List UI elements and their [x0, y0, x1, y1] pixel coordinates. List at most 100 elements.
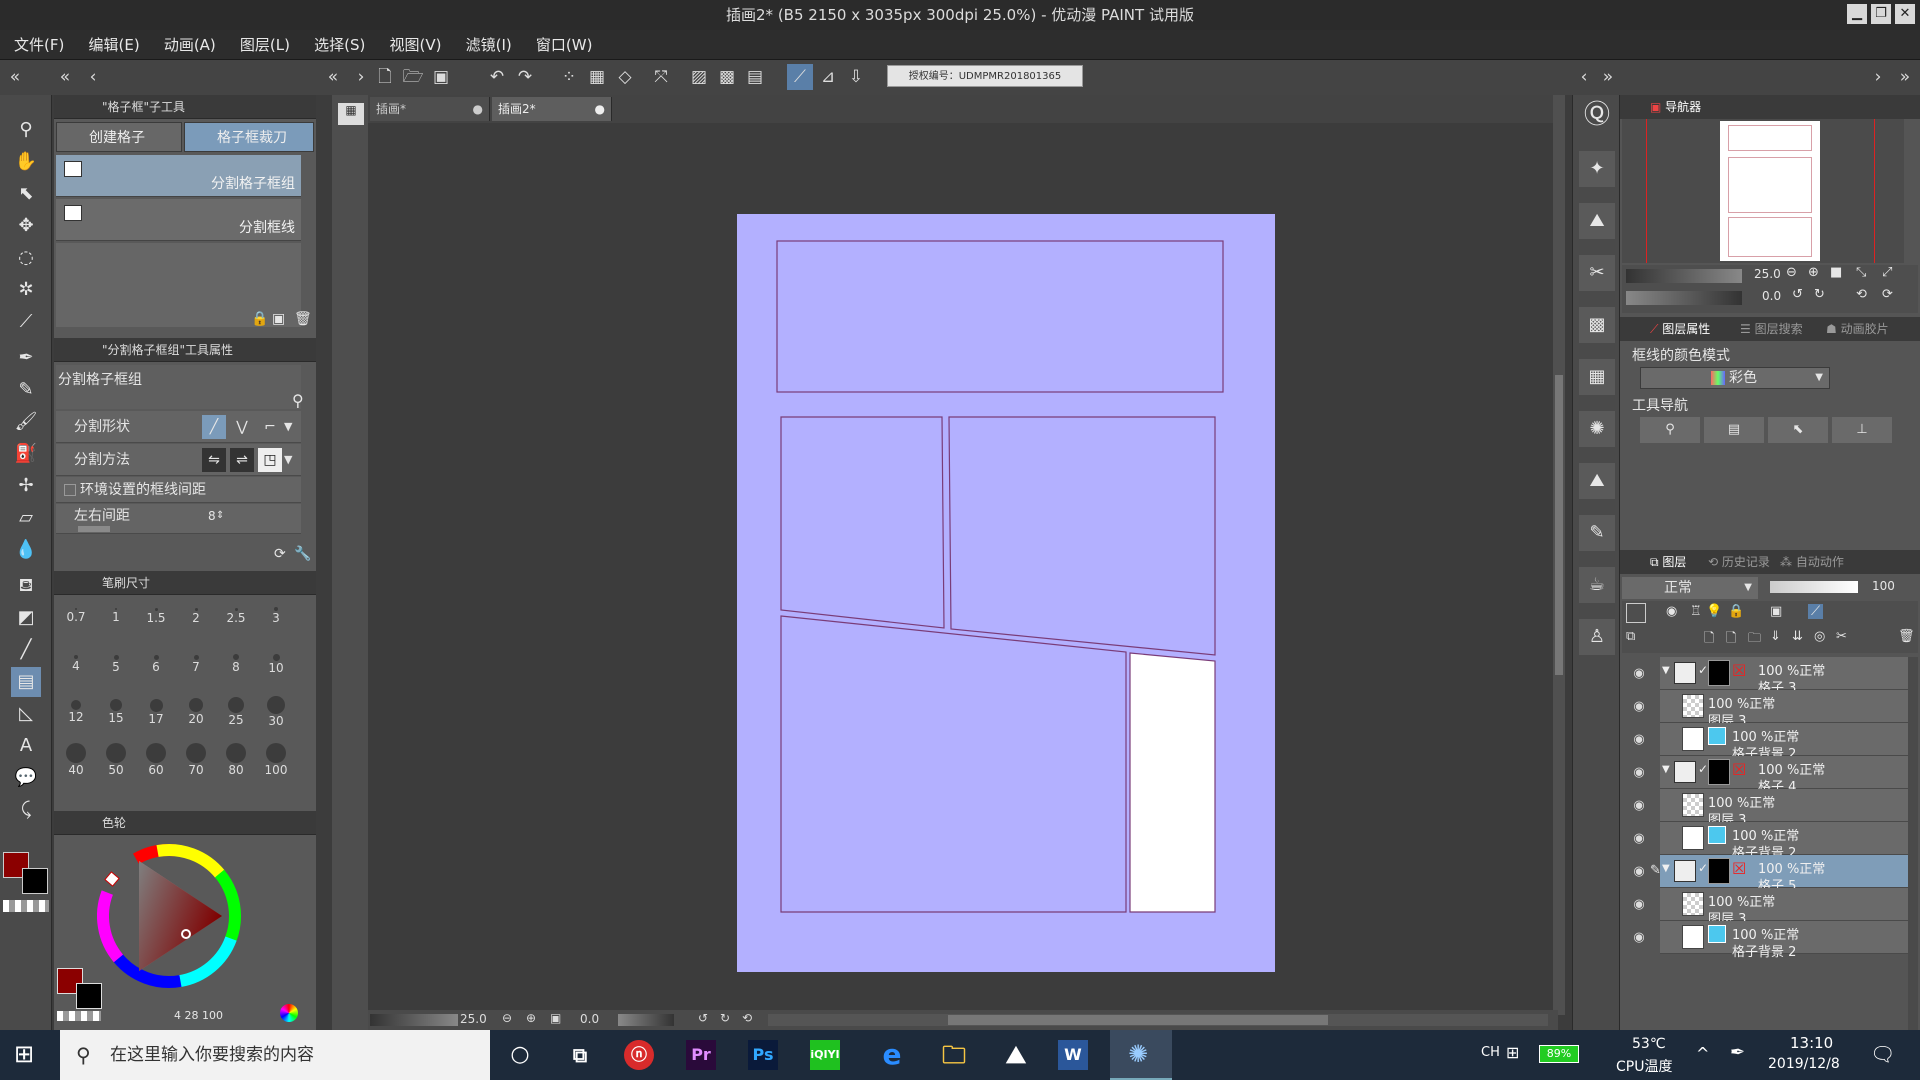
rotate-right-icon[interactable]: ↻ — [1814, 287, 1825, 302]
visibility-eye-icon[interactable]: ◉ — [1628, 723, 1650, 756]
lasso-icon[interactable]: ◌ — [11, 243, 41, 273]
navigator-tab[interactable]: ▣ 导航器 — [1620, 100, 1701, 114]
windows-start-icon[interactable]: ⊞ — [14, 1040, 34, 1068]
material-icon[interactable]: ⛰ — [1579, 463, 1615, 499]
material-icon[interactable]: ✦ — [1579, 151, 1615, 187]
clock-date[interactable]: 2019/12/8 — [1768, 1056, 1840, 1072]
brush-size-cell[interactable]: 1.5 — [136, 597, 176, 647]
grid-icon[interactable]: ▤ — [742, 64, 768, 90]
brush-size-cell[interactable]: 7 — [176, 645, 216, 695]
brush-size-cell[interactable]: 2.5 — [216, 597, 256, 647]
brush-size-cell[interactable]: 6 — [136, 645, 176, 695]
spinner-icon[interactable]: ⇕ — [216, 504, 224, 528]
balloon-icon[interactable]: 💬 — [11, 763, 41, 793]
brush-icon[interactable]: 🖌 — [11, 407, 41, 437]
redo-icon[interactable]: ↷ — [512, 64, 538, 90]
reset-icon[interactable]: ⟳ — [274, 546, 286, 562]
layer-row[interactable]: 100 %正常 格子背景 2 — [1660, 921, 1918, 960]
rotate-right-icon[interactable]: ↻ — [720, 1011, 730, 1025]
eyedropper-icon[interactable]: ⟋ — [11, 307, 41, 337]
copy-subtool-icon[interactable]: ▣ — [272, 311, 285, 327]
chevron-right-icon[interactable]: › — [1865, 64, 1891, 90]
subtool-item-split-line[interactable]: 分割框线 — [56, 199, 301, 241]
split-method-1-icon[interactable]: ⇋ — [202, 448, 226, 472]
reference-icon[interactable]: 💡 — [1706, 604, 1722, 619]
menu-view[interactable]: 视图(V) — [380, 30, 452, 60]
trash-icon[interactable]: 🗑 — [1898, 629, 1915, 644]
operation-icon[interactable]: ⬉ — [11, 179, 41, 209]
straight-line-icon[interactable]: ╱ — [202, 415, 226, 439]
zoom-out-icon[interactable]: ⊖ — [1786, 265, 1797, 280]
combine-icon[interactable]: ⇊ — [1792, 629, 1803, 644]
apply-mask-icon[interactable]: ✂ — [1836, 629, 1847, 644]
layer-color-icon[interactable] — [1626, 603, 1646, 623]
expand-chevron-icon[interactable]: ▼ — [1662, 665, 1670, 676]
fill-icon[interactable]: ▩ — [714, 64, 740, 90]
visibility-eye-icon[interactable]: ◉ — [1628, 921, 1650, 954]
curve-icon[interactable]: ⌐ — [258, 415, 282, 439]
rotate-left-icon[interactable]: ↺ — [698, 1011, 708, 1025]
collapse-right-icon[interactable]: » — [1595, 64, 1621, 90]
snap-special-icon[interactable]: ⊿ — [815, 64, 841, 90]
brush-size-cell[interactable]: 5 — [96, 645, 136, 695]
pencil-icon[interactable]: ✎ — [11, 375, 41, 405]
photos-icon[interactable]: ⛰ — [996, 1035, 1036, 1075]
brush-size-cell[interactable]: 15 — [96, 693, 136, 743]
word-icon[interactable]: W — [1058, 1040, 1088, 1070]
fit-icon[interactable]: ■ — [1830, 265, 1842, 280]
brush-size-cell[interactable]: 12 — [56, 693, 96, 743]
material-icon[interactable]: ⛰ — [1579, 203, 1615, 239]
ime-indicator[interactable]: CH — [1481, 1045, 1500, 1060]
frame-border-icon[interactable]: ▤ — [11, 667, 41, 697]
layer-list-scrollbar[interactable] — [1908, 657, 1918, 1030]
layer-stack-icon[interactable]: ⧉ — [1626, 629, 1635, 644]
fill-bucket-icon[interactable]: ⛾ — [11, 571, 41, 601]
file-explorer-icon[interactable]: 🗀 — [934, 1035, 974, 1075]
split-method-3-icon[interactable]: ◳ — [258, 448, 282, 472]
zoom-icon[interactable]: ⚲ — [11, 115, 41, 145]
canvas-page[interactable] — [737, 214, 1275, 972]
new-vector-layer-icon[interactable]: 🗋 — [1726, 629, 1736, 651]
subtool-item-split-group[interactable]: 分割格子框组 — [56, 155, 301, 197]
tab-animation-cels[interactable]: ☗ 动画胶片 — [1826, 317, 1889, 341]
maximize-icon[interactable]: ❐ — [1871, 4, 1891, 24]
hand-icon[interactable]: ✋ — [11, 147, 41, 177]
mask-add-icon[interactable]: ◎ — [1814, 629, 1825, 644]
flip-icon[interactable]: ⤡ — [1856, 265, 1866, 280]
nav-rotate-slider[interactable] — [1626, 291, 1742, 305]
layer-mask-icon[interactable]: ▣ — [1770, 604, 1782, 619]
frame-panel[interactable] — [776, 240, 1224, 393]
expand-chevron-icon[interactable]: ▼ — [1662, 863, 1670, 874]
brush-size-cell[interactable]: 8 — [216, 645, 256, 695]
move-layer-icon[interactable]: ✥ — [11, 211, 41, 241]
fill-select-icon[interactable]: ▦ — [584, 64, 610, 90]
flip-icon[interactable]: ⟳ — [1882, 287, 1893, 302]
brush-size-cell[interactable]: 17 — [136, 693, 176, 743]
brush-size-cell[interactable]: 0.7 — [56, 597, 96, 647]
layer-row[interactable]: 100 %正常 图层 3 — [1660, 888, 1918, 927]
brush-size-cell[interactable]: 60 — [136, 741, 176, 791]
tab-layer-property[interactable]: ⟋ 图层属性 — [1650, 317, 1710, 341]
gradient-icon[interactable]: ◩ — [11, 603, 41, 633]
blend-icon[interactable]: 💧 — [11, 535, 41, 565]
open-folder-icon[interactable]: 🗁 — [400, 64, 426, 90]
frame-cutter-icon[interactable]: ▤ — [1704, 417, 1764, 443]
keyboard-icon[interactable]: ⊞ — [1506, 1043, 1519, 1062]
tab-document-2[interactable]: 插画2* ● — [492, 97, 612, 121]
wrench-icon[interactable]: ⚲ — [292, 391, 304, 410]
decoration-icon[interactable]: ✢ — [11, 471, 41, 501]
collapse-right-icon[interactable]: » — [1892, 64, 1918, 90]
minimize-icon[interactable]: ▁ — [1847, 4, 1867, 24]
transform-icon[interactable]: ⁘ — [556, 64, 582, 90]
chevron-down-icon[interactable]: ▼ — [284, 411, 292, 443]
task-view-icon[interactable]: ⧉ — [560, 1035, 600, 1075]
visibility-eye-icon[interactable]: ◉ — [1628, 888, 1650, 921]
reset-rotation-icon[interactable]: ⟲ — [742, 1011, 752, 1025]
snap-grid-icon[interactable]: ⇩ — [843, 64, 869, 90]
color-mode-icon[interactable] — [280, 1004, 298, 1022]
airbrush-icon[interactable]: ⛽ — [11, 439, 41, 469]
zoom-out-icon[interactable]: ⊖ — [502, 1011, 512, 1025]
wrench-icon[interactable]: 🔧 — [294, 546, 311, 562]
close-icon[interactable]: ✕ — [1895, 4, 1915, 24]
brush-size-cell[interactable]: 70 — [176, 741, 216, 791]
